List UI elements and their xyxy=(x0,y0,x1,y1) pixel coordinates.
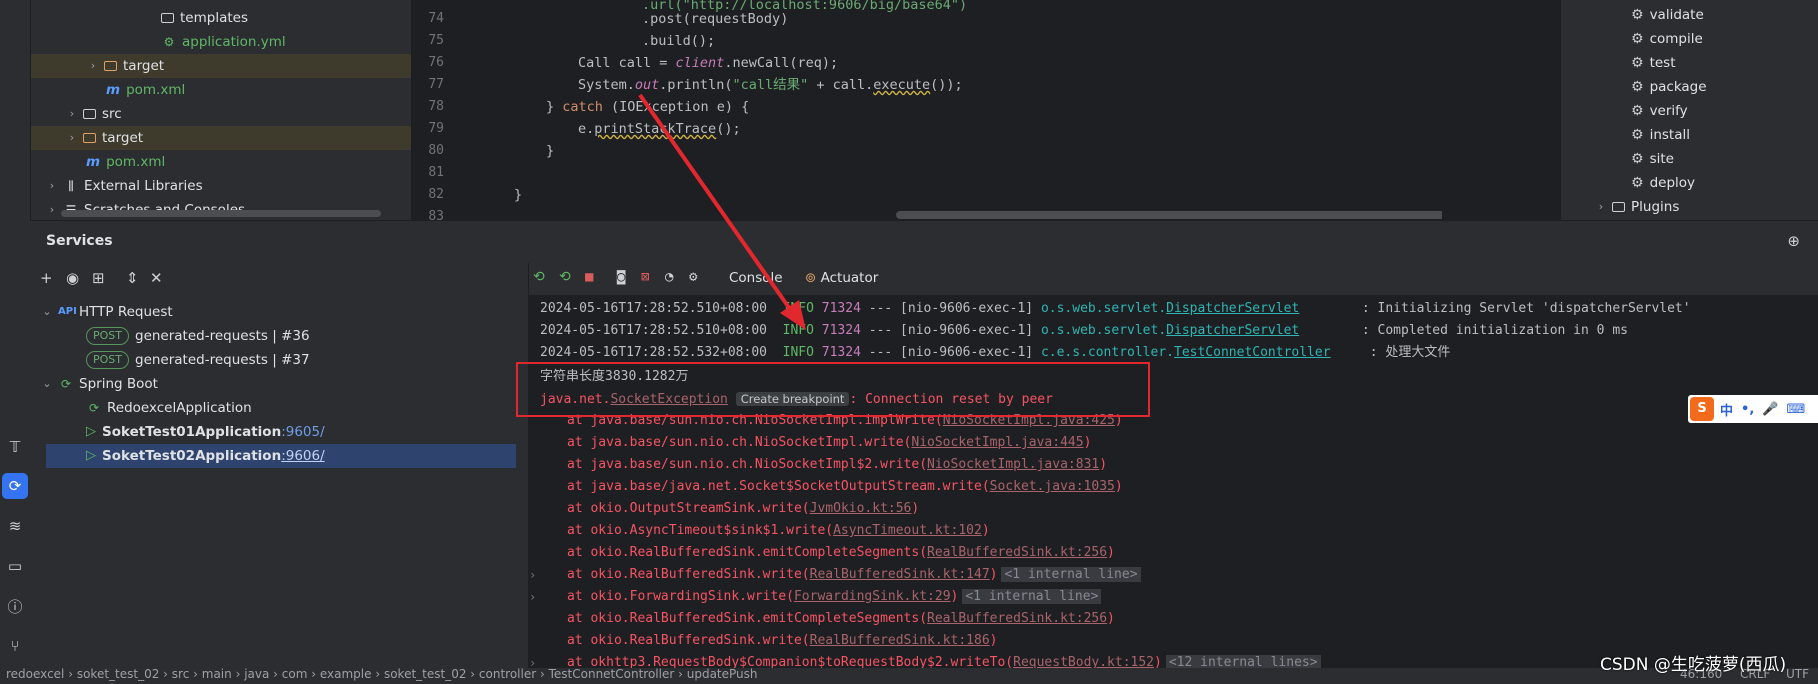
breadcrumb-separator: › xyxy=(307,668,320,681)
breadcrumb-separator: › xyxy=(466,668,479,681)
keyboard-icon[interactable]: ⌨ xyxy=(1786,402,1805,417)
sogou-logo-icon: S xyxy=(1690,397,1714,421)
annotation-arrow-line xyxy=(638,93,794,314)
breadcrumb-item[interactable]: controller xyxy=(479,668,536,681)
breadcrumb-separator: › xyxy=(371,668,384,681)
ime-language[interactable]: 中 xyxy=(1720,400,1733,419)
breadcrumb-item[interactable]: src xyxy=(172,668,190,681)
breadcrumb-separator: › xyxy=(64,668,77,681)
breadcrumb-item[interactable]: java xyxy=(244,668,269,681)
breadcrumb: redoexcel › soket_test_02 › src › main ›… xyxy=(6,668,758,684)
breadcrumb-item[interactable]: soket_test_02 xyxy=(77,668,160,681)
breadcrumb-item[interactable]: main xyxy=(202,668,232,681)
breadcrumb-separator: › xyxy=(269,668,282,681)
ime-punctuation[interactable]: •, xyxy=(1741,402,1754,417)
breadcrumb-item[interactable]: com xyxy=(282,668,308,681)
breadcrumb-separator: › xyxy=(536,668,549,681)
breadcrumb-separator: › xyxy=(231,668,245,681)
breadcrumb-item[interactable]: redoexcel xyxy=(6,668,64,681)
breadcrumb-separator: › xyxy=(189,668,202,681)
microphone-icon[interactable]: 🎤 xyxy=(1762,402,1778,417)
breadcrumb-item[interactable]: example xyxy=(320,668,372,681)
breadcrumb-item[interactable]: updatePush xyxy=(687,668,758,681)
annotation-arrow-head xyxy=(780,300,806,330)
annotation-arrow xyxy=(638,93,806,330)
watermark: CSDN @生吃菠萝(西瓜) xyxy=(1600,655,1787,675)
file-encoding[interactable]: UTF xyxy=(1786,668,1809,684)
status-bar: redoexcel › soket_test_02 › src › main ›… xyxy=(0,668,1818,684)
breadcrumb-item[interactable]: TestConnetController xyxy=(549,668,675,681)
breadcrumb-separator: › xyxy=(674,668,687,681)
ime-toolbar[interactable]: S 中 •, 🎤 ⌨ xyxy=(1688,395,1818,423)
breadcrumb-item[interactable]: soket_test_02 xyxy=(384,668,467,681)
breadcrumb-separator: › xyxy=(159,668,172,681)
